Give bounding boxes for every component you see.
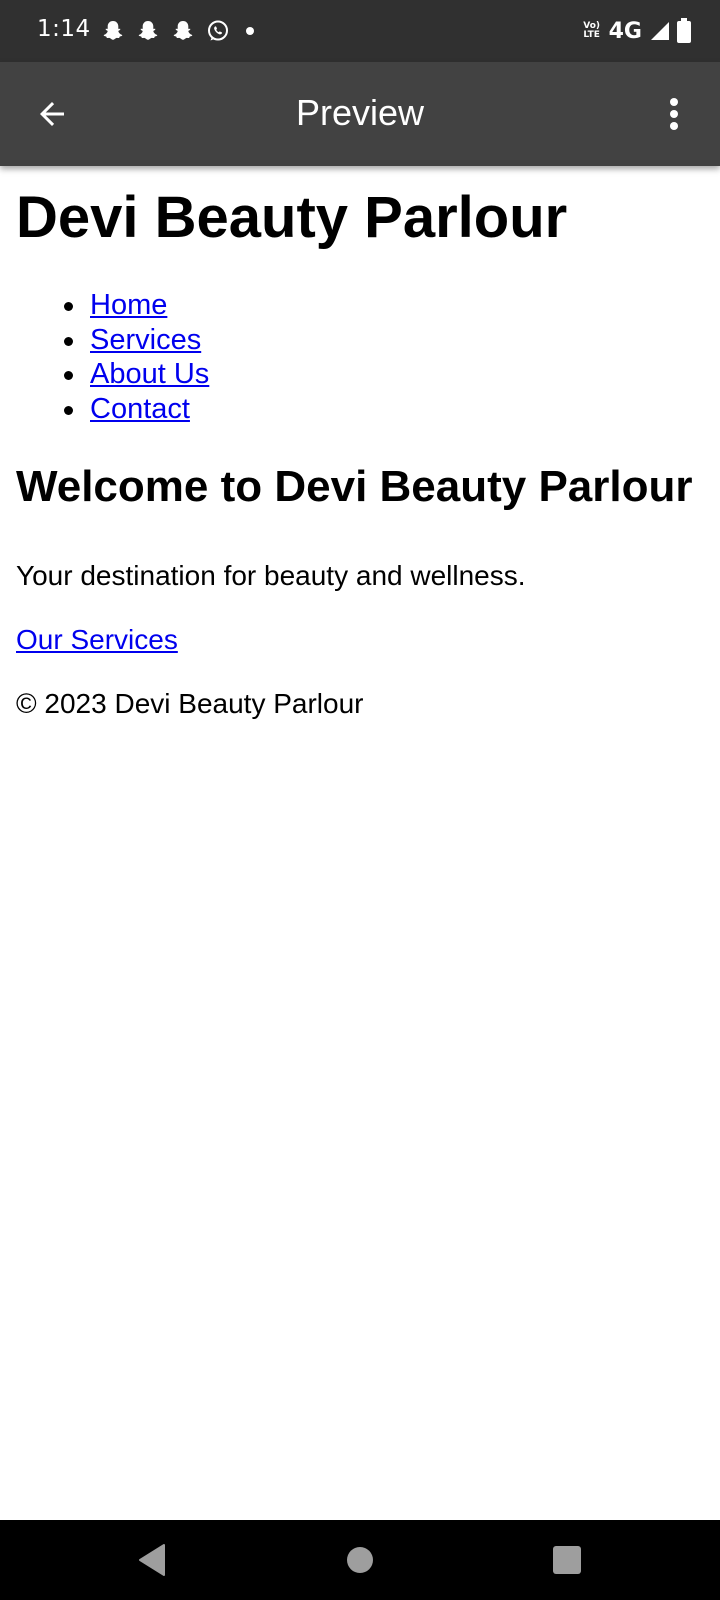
status-bar: 1:14 Vo) LTE 4G (0, 0, 720, 62)
snapchat-icon (170, 18, 196, 44)
status-right-icons: Vo) LTE 4G (581, 14, 692, 48)
nav-link-about[interactable]: About Us (90, 358, 209, 390)
whatsapp-icon (205, 18, 231, 44)
notification-icons (100, 14, 254, 48)
site-nav: Home Services About Us Contact (60, 288, 209, 426)
app-bar: Preview (0, 62, 720, 166)
more-options-button[interactable] (654, 86, 694, 142)
footer-copyright: © 2023 Devi Beauty Parlour (16, 688, 364, 719)
welcome-heading: Welcome to Devi Beauty Parlour (16, 462, 693, 511)
signal-icon (648, 20, 670, 42)
volte-icon: Vo) LTE (583, 21, 601, 40)
tagline: Your destination for beauty and wellness… (16, 560, 526, 591)
nav-item-services: Services (60, 323, 209, 358)
nav-link-contact[interactable]: Contact (90, 393, 190, 425)
system-back-button[interactable] (130, 1538, 174, 1582)
home-circle-icon (347, 1547, 373, 1573)
system-home-button[interactable] (338, 1538, 382, 1582)
recents-square-icon (553, 1546, 581, 1574)
snapchat-icon (100, 18, 126, 44)
system-recents-button[interactable] (545, 1538, 589, 1582)
nav-link-home[interactable]: Home (90, 289, 167, 321)
app-title: Preview (295, 92, 425, 133)
status-time: 1:14 (37, 16, 91, 42)
back-triangle-icon (139, 1544, 165, 1576)
our-services-link[interactable]: Our Services (16, 624, 178, 656)
site-title: Devi Beauty Parlour (16, 185, 568, 250)
dot-icon (246, 27, 254, 35)
network-type: 4G (608, 18, 642, 44)
preview-content: Devi Beauty Parlour Home Services About … (0, 166, 720, 1520)
snapchat-icon (135, 18, 161, 44)
nav-link-services[interactable]: Services (90, 324, 201, 356)
nav-item-home: Home (60, 288, 209, 323)
system-nav-bar (0, 1520, 720, 1600)
more-vert-icon (670, 98, 678, 130)
nav-item-about: About Us (60, 357, 209, 392)
nav-item-contact: Contact (60, 392, 209, 427)
battery-icon (676, 18, 692, 44)
